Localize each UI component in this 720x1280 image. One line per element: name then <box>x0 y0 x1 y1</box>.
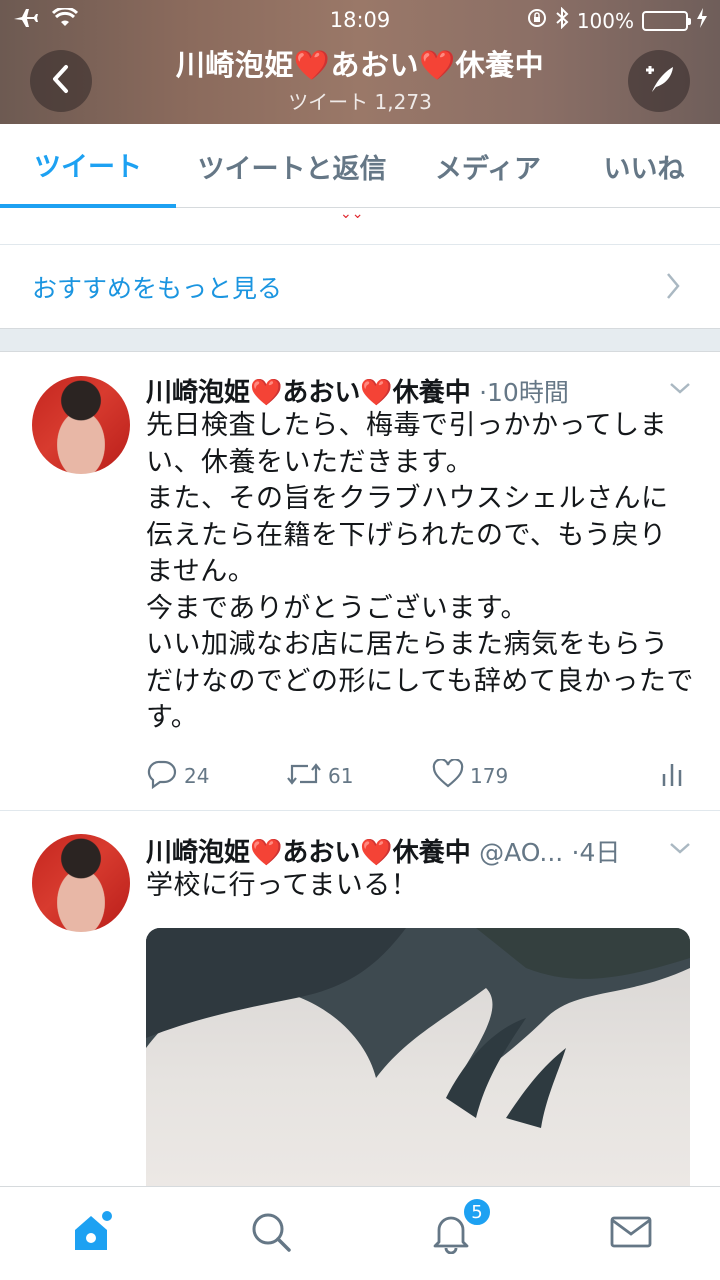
rotation-lock-icon <box>527 8 547 33</box>
retweet-icon <box>286 760 322 793</box>
charging-icon <box>696 8 708 33</box>
analytics-button[interactable] <box>660 756 684 796</box>
profile-name: 川崎泡姫❤️あおい❤️休養中 <box>175 48 545 82</box>
profile-title: 川崎泡姫❤️あおい❤️休養中 ツイート 1,273 <box>130 42 590 115</box>
tweet-text: 学校に行ってまいる！ <box>146 870 419 901</box>
chevron-left-icon <box>51 64 71 98</box>
tab-likes[interactable]: いいね <box>568 124 720 208</box>
avatar[interactable] <box>32 834 130 932</box>
back-button[interactable] <box>30 50 92 112</box>
like-count: 179 <box>470 764 509 788</box>
avatar[interactable] <box>32 376 130 474</box>
retweet-count: 61 <box>328 764 354 788</box>
hair-photo-shape <box>146 928 690 1128</box>
tweet-header: 川崎泡姫❤️あおい❤️休養中 ·10時間 <box>146 372 569 409</box>
reply-button[interactable]: 24 <box>146 756 209 796</box>
tab-tweets-and-replies[interactable]: ツイートと返信 <box>176 124 408 208</box>
tweet-text: 先日検査したら、梅毒で引っかかってしまい、休養をいただきます。 また、その旨をク… <box>146 410 694 733</box>
tweet-author-name[interactable]: 川崎泡姫❤️あおい❤️休養中 <box>146 378 471 408</box>
analytics-icon <box>660 760 684 793</box>
reply-icon <box>146 759 178 794</box>
tweet-author-name[interactable]: 川崎泡姫❤️あおい❤️休養中 <box>146 838 471 868</box>
battery-percent: 100% <box>576 8 634 33</box>
nav-search[interactable] <box>246 1209 296 1259</box>
profile-header: 18:09 100% 川崎泡姫❤️あおい❤️休養中 ツイート 1,273 <box>0 0 720 124</box>
tweet-divider <box>0 810 720 811</box>
home-icon <box>69 1210 113 1258</box>
mail-icon <box>609 1212 653 1256</box>
chevron-down-icon[interactable] <box>668 380 692 400</box>
retweet-button[interactable]: 61 <box>286 756 353 796</box>
bluetooth-icon <box>555 6 569 34</box>
tab-tweets[interactable]: ツイート <box>0 124 176 208</box>
heart-outline-icon <box>432 757 464 794</box>
tweet-actions: 24 61 179 <box>146 756 694 796</box>
partial-heart-icon: ⌄⌄ <box>340 206 364 222</box>
notifications-badge: 5 <box>462 1197 492 1227</box>
nav-home[interactable] <box>66 1209 116 1259</box>
chevron-down-icon[interactable] <box>668 840 692 860</box>
tweet-timestamp: ·4日 <box>571 838 621 867</box>
tweet-handle: @AO... <box>479 838 564 867</box>
profile-tabs: ツイート ツイートと返信 メディア いいね <box>0 124 720 208</box>
chevron-right-icon <box>664 271 682 305</box>
tweet-media-image[interactable] <box>146 928 690 1186</box>
tweet[interactable]: 川崎泡姫❤️あおい❤️休養中 ·10時間 先日検査したら、梅毒で引っかかってしま… <box>0 352 720 812</box>
search-icon <box>249 1210 293 1258</box>
nav-messages[interactable] <box>606 1209 656 1259</box>
like-button[interactable]: 179 <box>432 756 508 796</box>
reply-count: 24 <box>184 764 210 788</box>
see-more-recommendations[interactable]: おすすめをもっと見る <box>0 244 720 328</box>
compose-feather-icon <box>642 62 676 100</box>
tab-media[interactable]: メディア <box>408 124 568 208</box>
compose-tweet-button[interactable] <box>628 50 690 112</box>
tweet-timestamp: ·10時間 <box>479 378 569 407</box>
section-separator <box>0 328 720 352</box>
status-bar: 18:09 100% <box>0 0 720 40</box>
tweet-count: ツイート 1,273 <box>288 90 432 114</box>
see-more-label: おすすめをもっと見る <box>32 273 283 303</box>
bottom-tab-bar: 5 <box>0 1186 720 1280</box>
tweet-header: 川崎泡姫❤️あおい❤️休養中 @AO... ·4日 <box>146 832 620 869</box>
battery-icon <box>642 10 691 31</box>
